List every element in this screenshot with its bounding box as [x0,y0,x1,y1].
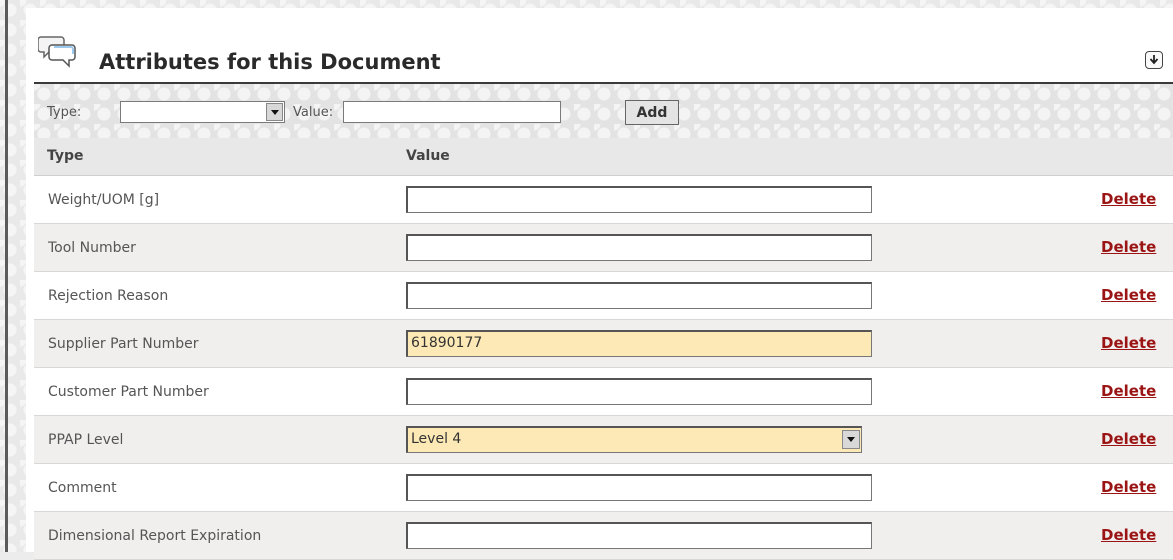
table-row: Dimensional Report Expiration Delete [34,512,1173,560]
panel-header: Attributes for this Document [26,8,1173,82]
type-select[interactable] [120,101,285,123]
page-title: Attributes for this Document [99,50,441,74]
table-row: Customer Part Number Delete [34,368,1173,416]
add-button[interactable]: Add [625,100,679,125]
attribute-value-input[interactable]: 61890177 [406,330,872,357]
attribute-value-input[interactable] [406,186,872,213]
attribute-type: Weight/UOM [g] [48,192,160,208]
attribute-value-input[interactable] [406,234,872,261]
attribute-type: Supplier Part Number [48,336,199,352]
table-row: Comment Delete [34,464,1173,512]
attribute-value-input[interactable] [406,522,872,549]
left-border [5,0,8,552]
speech-bubbles-icon [38,36,76,68]
type-label: Type: [47,105,82,120]
attributes-panel: Attributes for this Document Type: Value… [26,8,1173,560]
table-row: Supplier Part Number 61890177 Delete [34,320,1173,368]
delete-link[interactable]: Delete [1101,382,1156,400]
attribute-type: Dimensional Report Expiration [48,528,262,544]
delete-link[interactable]: Delete [1101,190,1156,208]
delete-link[interactable]: Delete [1101,334,1156,352]
value-input[interactable] [343,101,561,123]
column-header-value: Value [406,148,450,164]
value-label: Value: [293,105,334,120]
attribute-value-input[interactable] [406,282,872,309]
attribute-type: PPAP Level [48,432,124,448]
attribute-type: Rejection Reason [48,288,169,304]
table-row: Rejection Reason Delete [34,272,1173,320]
attribute-value-select[interactable]: Level 4 [406,426,862,453]
delete-link[interactable]: Delete [1101,526,1156,544]
chevron-down-icon[interactable] [266,103,283,121]
delete-link[interactable]: Delete [1101,430,1156,448]
attribute-value-input[interactable] [406,474,872,501]
table-row: PPAP Level Level 4 Delete [34,416,1173,464]
table-row: Tool Number Delete [34,224,1173,272]
add-attribute-bar: Type: Value: Add [34,84,1173,138]
column-header-type: Type [47,148,84,164]
table-header: Type Value [34,138,1173,176]
delete-link[interactable]: Delete [1101,238,1156,256]
chevron-down-icon[interactable] [842,430,860,449]
attribute-value-input[interactable] [406,378,872,405]
table-row: Weight/UOM [g] Delete [34,176,1173,224]
collapse-down-arrow-icon[interactable] [1145,51,1163,69]
delete-link[interactable]: Delete [1101,478,1156,496]
delete-link[interactable]: Delete [1101,286,1156,304]
attribute-value-selected: Level 4 [411,431,462,447]
attribute-type: Customer Part Number [48,384,209,400]
attribute-type: Tool Number [48,240,136,256]
attribute-type: Comment [48,480,117,496]
